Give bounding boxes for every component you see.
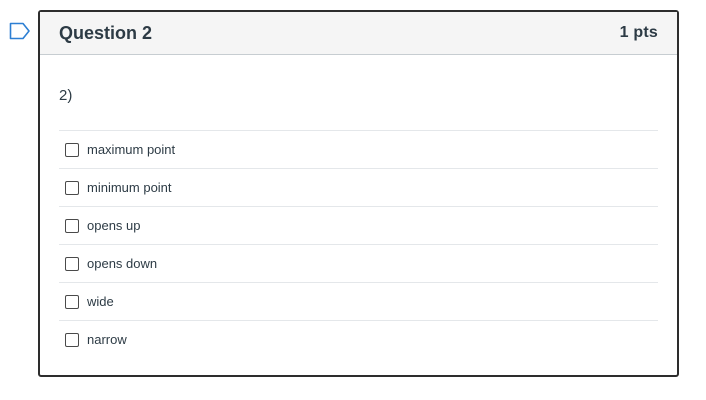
answer-label[interactable]: narrow	[87, 332, 127, 347]
answer-option-maximum-point[interactable]: maximum point	[59, 130, 658, 168]
answer-list: maximum point minimum point opens up ope…	[59, 130, 658, 358]
answer-checkbox[interactable]	[65, 332, 79, 347]
answer-option-minimum-point[interactable]: minimum point	[59, 168, 658, 206]
answer-checkbox[interactable]	[65, 294, 79, 309]
answer-checkbox[interactable]	[65, 142, 79, 157]
flag-question-icon[interactable]	[9, 22, 31, 40]
answer-option-narrow[interactable]: narrow	[59, 320, 658, 358]
quiz-page: Question 2 1 pts 2) maximum point minimu…	[0, 0, 706, 400]
answer-checkbox[interactable]	[65, 180, 79, 195]
question-body: 2) maximum point minimum point opens up …	[40, 55, 677, 358]
question-points: 1 pts	[619, 24, 658, 41]
answer-option-wide[interactable]: wide	[59, 282, 658, 320]
answer-label[interactable]: maximum point	[87, 142, 175, 157]
question-title: Question 2	[59, 22, 153, 43]
answer-label[interactable]: wide	[87, 294, 114, 309]
answer-option-opens-up[interactable]: opens up	[59, 206, 658, 244]
answer-label[interactable]: opens up	[87, 218, 141, 233]
answer-checkbox[interactable]	[65, 218, 79, 233]
answer-option-opens-down[interactable]: opens down	[59, 244, 658, 282]
answer-label[interactable]: opens down	[87, 256, 157, 271]
answer-label[interactable]: minimum point	[87, 180, 172, 195]
question-text: 2)	[59, 87, 73, 104]
question-header: Question 2 1 pts	[40, 12, 677, 55]
answer-checkbox[interactable]	[65, 256, 79, 271]
question-card: Question 2 1 pts 2) maximum point minimu…	[38, 10, 679, 377]
